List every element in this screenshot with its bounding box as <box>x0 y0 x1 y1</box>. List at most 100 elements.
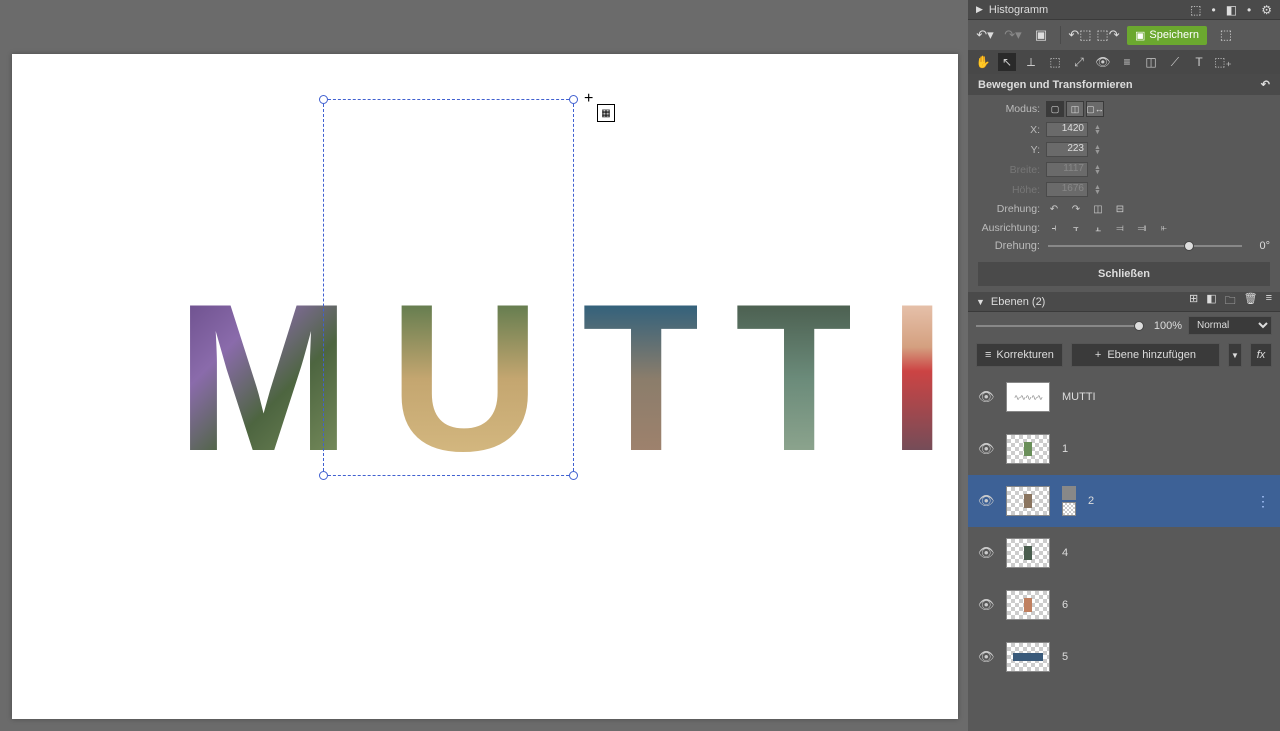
layer-thumbnail[interactable] <box>1006 434 1050 464</box>
square-icon[interactable]: ◧ <box>1226 3 1237 17</box>
eye-tool[interactable]: 👁 <box>1094 53 1112 71</box>
adjust-icon: ≡ <box>985 349 991 361</box>
flip-v-button[interactable]: ⊟ <box>1112 202 1128 216</box>
opacity-slider-thumb[interactable] <box>1134 321 1144 331</box>
mask-icon[interactable]: ◧ <box>1206 292 1216 311</box>
korrekturen-button[interactable]: ≡ Korrekturen <box>976 343 1063 367</box>
fx-button[interactable]: fx <box>1250 343 1272 367</box>
transform-title: Bewegen und Transformieren <box>978 79 1133 91</box>
save-button[interactable]: ▣ Speichern <box>1127 26 1207 45</box>
layer-name-label[interactable]: MUTTI <box>1062 391 1270 403</box>
canvas[interactable]: M U T T I + ▦ <box>12 54 958 719</box>
close-button[interactable]: Schließen <box>978 262 1270 286</box>
delete-icon[interactable]: 🗑 <box>1244 292 1258 311</box>
y-spinner[interactable]: ▲▼ <box>1094 145 1104 155</box>
align-top-button[interactable]: ⫤ <box>1112 221 1128 235</box>
undo-button[interactable]: ↶▾ <box>976 26 994 44</box>
mode-proportional[interactable]: ▢↔ <box>1086 101 1104 117</box>
perspective-tool[interactable]: ⬚ <box>1046 53 1064 71</box>
shape-tool[interactable]: ⬚₊ <box>1214 53 1232 71</box>
collapse-icon[interactable]: ▶ <box>976 4 983 15</box>
layer-thumbnail[interactable] <box>1006 642 1050 672</box>
layer-row[interactable]: 👁 ∿∿∿∿∿ MUTTI <box>968 371 1280 423</box>
layer-row[interactable]: 👁 2 ⋮ <box>968 475 1280 527</box>
line-tool[interactable]: ⟋ <box>1166 53 1184 71</box>
visibility-icon[interactable]: 👁 <box>978 545 994 561</box>
export-icon[interactable]: ⬚ <box>1217 26 1235 44</box>
breite-spinner: ▲▼ <box>1094 165 1104 175</box>
layer-menu-icon[interactable]: ⋮ <box>1256 493 1270 510</box>
layer-thumbnail[interactable] <box>1006 486 1050 516</box>
folder-icon[interactable]: 🗀 <box>1225 292 1236 311</box>
visibility-icon[interactable]: 👁 <box>978 597 994 613</box>
redo-button[interactable]: ↷▾ <box>1004 26 1022 44</box>
layer-row[interactable]: 👁 4 <box>968 527 1280 579</box>
transform-tool[interactable]: ⤢ <box>1070 53 1088 71</box>
histogram-panel-header[interactable]: ▶ Histogramm ⬚ • ◧ • ⚙ <box>968 0 1280 20</box>
align-center-v-button[interactable]: ⫥ <box>1134 221 1150 235</box>
mode-center[interactable]: ◫ <box>1066 101 1084 117</box>
layer-thumbnail[interactable] <box>1006 590 1050 620</box>
hand-tool[interactable]: ✋ <box>974 53 992 71</box>
mode-bounding-box[interactable]: ▢ <box>1046 101 1064 117</box>
x-input[interactable]: 1420 <box>1046 122 1088 137</box>
canvas-area: M U T T I + ▦ <box>0 0 968 731</box>
blend-mode-select[interactable]: Normal <box>1188 316 1272 335</box>
new-layer-icon[interactable]: ⊞ <box>1189 292 1198 311</box>
menu-icon[interactable]: ≡ <box>1266 292 1272 311</box>
layer-thumbnail[interactable]: ∿∿∿∿∿ <box>1006 382 1050 412</box>
handle-bottom-left[interactable] <box>319 471 328 480</box>
align-left-button[interactable]: ⫞ <box>1046 221 1062 235</box>
y-input[interactable]: 223 <box>1046 142 1088 157</box>
gear-icon[interactable]: ⚙ <box>1261 3 1272 17</box>
layer-name-label[interactable]: 5 <box>1062 651 1270 663</box>
layer-clip-icon[interactable] <box>1062 502 1076 516</box>
add-layer-button[interactable]: + Ebene hinzufügen <box>1071 343 1220 367</box>
rotate-cw-button[interactable]: ↷ <box>1068 202 1084 216</box>
crosshair-cursor: + <box>584 90 593 108</box>
transform-selection-box[interactable] <box>323 99 574 476</box>
rotate-right-button[interactable]: ⬚↷ <box>1099 26 1117 44</box>
align-bottom-button[interactable]: ⫦ <box>1156 221 1172 235</box>
handle-top-right[interactable] <box>569 95 578 104</box>
layer-name-label[interactable]: 2 <box>1088 495 1244 507</box>
layer-row[interactable]: 👁 5 <box>968 631 1280 683</box>
collapse-icon[interactable]: ▼ <box>976 297 985 307</box>
layer-thumbnail[interactable] <box>1006 538 1050 568</box>
rotate-left-button[interactable]: ↶⬚ <box>1071 26 1089 44</box>
rotation-slider-thumb[interactable] <box>1184 241 1194 251</box>
align-right-button[interactable]: ⫠ <box>1090 221 1106 235</box>
rotate-ccw-button[interactable]: ↶ <box>1046 202 1062 216</box>
layers-list: 👁 ∿∿∿∿∿ MUTTI 👁 1 👁 2 ⋮ 👁 4 👁 <box>968 371 1280 731</box>
crop2-tool[interactable]: ◫ <box>1142 53 1160 71</box>
image-icon[interactable]: ▣ <box>1032 26 1050 44</box>
visibility-icon[interactable]: 👁 <box>978 493 994 509</box>
adjust-tool[interactable]: ≡ <box>1118 53 1136 71</box>
layer-mask-icon[interactable] <box>1062 486 1076 500</box>
visibility-icon[interactable]: 👁 <box>978 389 994 405</box>
add-layer-dropdown[interactable]: ▼ <box>1228 343 1242 367</box>
move-tool[interactable]: ↖ <box>998 53 1016 71</box>
layer-row[interactable]: 👁 1 <box>968 423 1280 475</box>
layers-panel-header[interactable]: ▼ Ebenen (2) ⊞ ◧ 🗀 🗑 ≡ <box>968 292 1280 312</box>
align-center-h-button[interactable]: ⫟ <box>1068 221 1084 235</box>
text-tool[interactable]: T <box>1190 53 1208 71</box>
x-spinner[interactable]: ▲▼ <box>1094 125 1104 135</box>
flip-h-button[interactable]: ◫ <box>1090 202 1106 216</box>
window-icon[interactable]: ⬚ <box>1190 3 1201 17</box>
visibility-icon[interactable]: 👁 <box>978 649 994 665</box>
back-icon[interactable]: ↶ <box>1261 78 1270 91</box>
dot-icon: • <box>1211 3 1215 17</box>
korrekturen-label: Korrekturen <box>996 349 1053 361</box>
crop-tool[interactable]: ⟂ <box>1022 53 1040 71</box>
visibility-icon[interactable]: 👁 <box>978 441 994 457</box>
hoehe-spinner: ▲▼ <box>1094 185 1104 195</box>
handle-top-left[interactable] <box>319 95 328 104</box>
layer-row[interactable]: 👁 6 <box>968 579 1280 631</box>
layer-name-label[interactable]: 6 <box>1062 599 1270 611</box>
handle-bottom-right[interactable] <box>569 471 578 480</box>
layer-name-label[interactable]: 1 <box>1062 443 1270 455</box>
rotation-slider[interactable] <box>1048 245 1242 247</box>
layer-name-label[interactable]: 4 <box>1062 547 1270 559</box>
opacity-slider[interactable] <box>976 325 1144 327</box>
